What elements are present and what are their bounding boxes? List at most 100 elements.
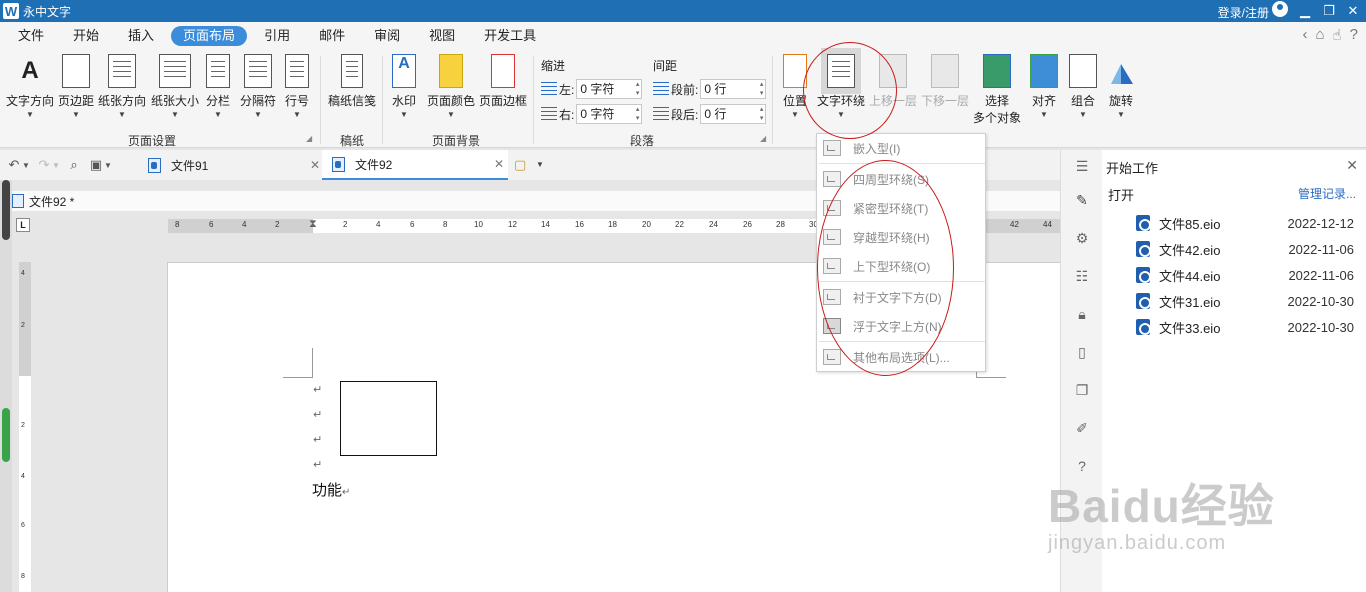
- menu-item-tight[interactable]: 紧密型环绕(T): [817, 195, 985, 221]
- manuscript-button[interactable]: 稿纸信笺: [328, 54, 376, 109]
- paragraph-launcher-icon[interactable]: ◢: [760, 134, 766, 143]
- tab-file[interactable]: 文件: [6, 26, 56, 46]
- group-button[interactable]: 组合 ▼: [1069, 54, 1097, 119]
- sliders-icon[interactable]: ⚙: [1074, 230, 1090, 246]
- page-border-button[interactable]: 页面边框: [479, 54, 527, 109]
- menu-item-behind-text[interactable]: 衬于文字下方(D): [817, 284, 985, 310]
- customize-quick-access-icon[interactable]: ▼: [104, 161, 112, 170]
- undo-icon[interactable]: ↶: [6, 157, 22, 173]
- page-setup-launcher-icon[interactable]: ◢: [306, 134, 312, 143]
- menu-separator: [819, 163, 985, 164]
- menu-item-inline[interactable]: 嵌入型(I): [817, 135, 985, 161]
- bring-forward-button[interactable]: 上移一层: [869, 54, 917, 109]
- columns-button[interactable]: 分栏 ▼: [206, 54, 230, 119]
- close-window-button[interactable]: ✕: [1346, 3, 1360, 19]
- doc-tab[interactable]: 文件91 ✕: [140, 150, 322, 180]
- print-preview-icon[interactable]: ⌕: [66, 157, 82, 173]
- tab-developer[interactable]: 开发工具: [472, 26, 548, 46]
- paragraph-mark: ↵: [342, 487, 351, 498]
- rectangle-shape[interactable]: [340, 381, 437, 456]
- rail-handle[interactable]: [2, 180, 10, 240]
- margins-button[interactable]: 页边距 ▼: [58, 54, 94, 119]
- spacing-before-input[interactable]: 0 行: [700, 79, 767, 99]
- menu-item-square[interactable]: 四周型环绕(S): [817, 166, 985, 192]
- close-tab-icon[interactable]: ✕: [310, 158, 320, 172]
- tab-references[interactable]: 引用: [252, 26, 302, 46]
- body-text-line[interactable]: 功能↵: [312, 479, 350, 500]
- indent-right-input[interactable]: 0 字符: [576, 104, 643, 124]
- undo-dropdown-icon[interactable]: ▼: [22, 161, 30, 170]
- menu-lines-icon[interactable]: ☰: [1074, 158, 1090, 174]
- doc-tab[interactable]: 文件92 ✕: [322, 150, 508, 180]
- recent-file-date: 2022-11-06: [1288, 267, 1354, 283]
- clipboard-icon[interactable]: ▯: [1074, 344, 1090, 360]
- rotate-icon: [1107, 54, 1135, 88]
- paper-size-button[interactable]: 纸张大小 ▼: [151, 54, 199, 119]
- recent-file-item[interactable]: 文件44.eio 2022-11-06: [1136, 265, 1354, 285]
- menu-item-in-front[interactable]: 浮于文字上方(N): [817, 313, 985, 339]
- indent-left-input[interactable]: 0 字符: [576, 79, 643, 99]
- group-label-paragraph: 段落: [630, 134, 655, 148]
- ruler-tick: 8: [175, 220, 180, 229]
- close-tab-icon[interactable]: ✕: [494, 157, 504, 171]
- new-document-dropdown-icon[interactable]: ▼: [536, 160, 544, 169]
- menu-item-more-layout[interactable]: 其他布局选项(L)...: [817, 344, 985, 370]
- redo-dropdown-icon[interactable]: ▼: [52, 161, 60, 170]
- back-icon[interactable]: ‹: [1302, 26, 1307, 44]
- recent-file-item[interactable]: 文件42.eio 2022-11-06: [1136, 239, 1354, 259]
- tab-home[interactable]: 开始: [61, 26, 111, 46]
- menu-item-through[interactable]: 穿越型环绕(H): [817, 224, 985, 250]
- hand-icon[interactable]: ☝: [1333, 26, 1342, 44]
- wrap-tight-icon: [823, 200, 841, 216]
- recent-file-item[interactable]: 文件31.eio 2022-10-30: [1136, 291, 1354, 311]
- restore-button[interactable]: ❐: [1322, 3, 1336, 19]
- menu-item-top-bottom[interactable]: 上下型环绕(O): [817, 253, 985, 279]
- collapse-ribbon-icon[interactable]: ⌂: [1315, 26, 1324, 44]
- tab-insert[interactable]: 插入: [116, 26, 166, 46]
- app-logo-icon: W: [3, 3, 19, 19]
- indent-left-label: 左:: [559, 82, 575, 97]
- indent-marker-icon[interactable]: ⧗: [309, 218, 317, 231]
- ruler-tick: 12: [508, 220, 517, 229]
- dropdown-arrow-icon: ▼: [1040, 110, 1048, 119]
- text-wrap-button[interactable]: 文字环绕 ▼: [817, 48, 865, 119]
- rotate-button[interactable]: 旋转 ▼: [1107, 54, 1135, 119]
- manage-records-link[interactable]: 管理记录...: [1298, 185, 1356, 202]
- recent-file-item[interactable]: 文件85.eio 2022-12-12: [1136, 213, 1354, 233]
- text-direction-button[interactable]: A 文字方向 ▼: [6, 54, 54, 119]
- lock-icon[interactable]: 🔒︎: [1074, 306, 1090, 322]
- new-document-icon[interactable]: ▢: [514, 157, 526, 173]
- pencil-icon[interactable]: ✎: [1074, 192, 1090, 208]
- recent-file-item[interactable]: 文件33.eio 2022-10-30: [1136, 317, 1354, 337]
- recent-file-name: 文件42.eio: [1159, 242, 1221, 258]
- breaks-button[interactable]: 分隔符 ▼: [240, 54, 276, 119]
- tab-review[interactable]: 审阅: [362, 26, 412, 46]
- layers-icon[interactable]: ☷: [1074, 268, 1090, 284]
- watermark-button[interactable]: A 水印 ▼: [392, 54, 416, 119]
- close-panel-icon[interactable]: ✕: [1346, 157, 1358, 174]
- redo-icon[interactable]: ↷: [36, 157, 52, 173]
- ruler-margin-top: [19, 262, 31, 376]
- help-icon[interactable]: ?: [1350, 26, 1358, 44]
- copy-icon[interactable]: ❐: [1074, 382, 1090, 398]
- save-icon[interactable]: ▣: [88, 157, 104, 173]
- send-backward-button[interactable]: 下移一层: [921, 54, 969, 109]
- page-color-button[interactable]: 页面颜色 ▼: [427, 54, 475, 119]
- position-button[interactable]: 位置 ▼: [783, 54, 807, 119]
- edit-icon[interactable]: ✐: [1074, 420, 1090, 436]
- ruler-tick: 8: [21, 573, 25, 580]
- select-objects-button[interactable]: 选择 多个对象: [973, 54, 1021, 126]
- tab-page-layout[interactable]: 页面布局: [171, 26, 248, 46]
- login-link[interactable]: 登录/注册: [1218, 1, 1288, 21]
- spacing-after-input[interactable]: 0 行: [700, 104, 767, 124]
- orientation-button[interactable]: 纸张方向 ▼: [98, 54, 146, 119]
- group-divider: [382, 56, 383, 144]
- rail-handle-green[interactable]: [2, 408, 10, 462]
- vertical-ruler[interactable]: 4 2 2 4 6 8: [19, 262, 31, 592]
- line-numbers-button[interactable]: 行号 ▼: [285, 54, 309, 119]
- minimize-button[interactable]: ▁: [1298, 3, 1312, 19]
- align-button[interactable]: 对齐 ▼: [1030, 54, 1058, 119]
- tab-view[interactable]: 视图: [417, 26, 467, 46]
- tab-stop-selector[interactable]: L: [16, 218, 30, 232]
- tab-mailings[interactable]: 邮件: [307, 26, 357, 46]
